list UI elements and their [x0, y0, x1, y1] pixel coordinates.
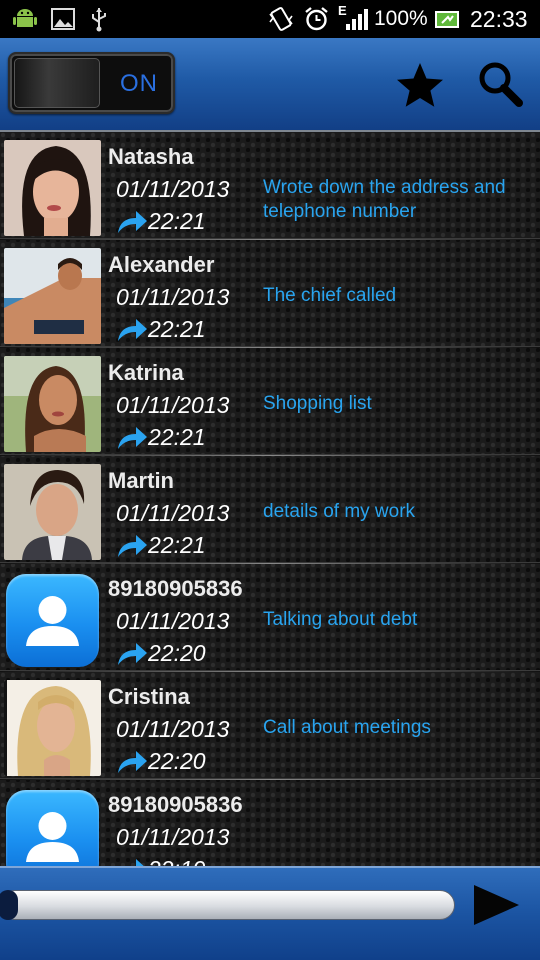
recording-toggle[interactable]: ON — [8, 52, 175, 114]
seek-thumb[interactable] — [0, 890, 18, 920]
outgoing-call-arrow-icon — [136, 859, 144, 866]
contact-name: Natasha — [108, 144, 194, 169]
record-time: 22:20 — [148, 748, 206, 774]
record-note: The chief called — [263, 285, 397, 306]
list-item[interactable]: Cristina 01/11/2013 22:20 Call about mee… — [0, 672, 540, 780]
list-item[interactable]: Alexander 01/11/2013 22:21 The chief cal… — [0, 240, 540, 348]
list-item[interactable]: Martin 01/11/2013 22:21 details of my wo… — [0, 456, 540, 564]
avatar — [4, 356, 101, 452]
usb-icon — [92, 8, 106, 32]
seek-bar[interactable] — [0, 890, 455, 920]
contact-photo — [4, 248, 101, 344]
contact-name: Katrina — [108, 360, 184, 385]
list-item[interactable]: 89180905836 01/11/2013 22:20 Talking abo… — [0, 564, 540, 672]
vibrate-icon — [269, 7, 293, 31]
battery-percent: 100% — [374, 7, 428, 30]
star-icon[interactable] — [392, 58, 448, 114]
default-contact-avatar — [6, 574, 99, 667]
record-note: details of my work — [263, 501, 416, 522]
record-time: 22:21 — [148, 424, 206, 450]
record-time: 22:21 — [148, 532, 206, 558]
record-date: 01/11/2013 — [116, 392, 230, 418]
contact-photo — [4, 680, 101, 776]
contact-photo — [4, 356, 101, 452]
default-contact-avatar — [6, 790, 99, 866]
list-item[interactable]: Katrina 01/11/2013 22:21 Shopping list — [0, 348, 540, 456]
contact-name: Alexander — [108, 252, 215, 277]
record-time: 22:19 — [148, 856, 206, 866]
contact-name: Martin — [108, 468, 174, 493]
record-time: 22:21 — [148, 316, 206, 342]
avatar — [4, 680, 101, 776]
contact-photo — [4, 464, 101, 560]
toggle-label: ON — [120, 70, 158, 97]
toggle-knob[interactable] — [14, 58, 100, 108]
clock: 22:33 — [470, 6, 528, 32]
playback-bar — [0, 866, 540, 960]
record-note: Talking about debt — [263, 609, 418, 630]
contact-name: 89180905836 — [108, 576, 243, 601]
record-date: 01/11/2013 — [116, 824, 230, 850]
app-header: ON — [0, 38, 540, 130]
record-time: 22:21 — [148, 208, 206, 234]
battery-icon — [435, 11, 459, 28]
person-silhouette-icon — [26, 812, 79, 862]
outgoing-call-arrow-icon — [118, 427, 147, 449]
outgoing-call-arrow-icon — [118, 643, 147, 665]
status-bar: E 100% 22:33 — [0, 0, 540, 38]
record-note: Wrote down the address and telephone num… — [263, 177, 506, 222]
contact-name: Cristina — [108, 684, 190, 709]
avatar — [4, 464, 101, 560]
signal-icon — [346, 9, 368, 30]
search-icon[interactable] — [474, 58, 530, 114]
record-date: 01/11/2013 — [116, 716, 230, 742]
outgoing-call-arrow-icon — [118, 535, 147, 557]
record-note: Call about meetings — [263, 717, 431, 738]
outgoing-call-arrow-icon — [118, 751, 147, 773]
outgoing-call-arrow-icon — [118, 211, 147, 233]
record-note: Shopping list — [263, 393, 372, 414]
avatar — [4, 140, 101, 236]
avatar — [4, 248, 101, 344]
recordings-list[interactable]: Natasha 01/11/2013 22:21 Wrote down the … — [0, 130, 540, 866]
record-time: 22:20 — [148, 640, 206, 666]
alarm-icon — [305, 7, 328, 31]
person-silhouette-icon — [26, 596, 79, 646]
list-item[interactable]: 89180905836 01/11/2013 22:19 — [0, 780, 540, 866]
play-icon[interactable] — [470, 882, 522, 928]
record-date: 01/11/2013 — [116, 608, 230, 634]
list-item[interactable]: Natasha 01/11/2013 22:21 Wrote down the … — [0, 132, 540, 240]
outgoing-call-arrow-icon — [118, 319, 147, 341]
record-date: 01/11/2013 — [116, 176, 230, 202]
image-icon — [51, 8, 75, 30]
android-debug-icon — [13, 9, 37, 27]
record-date: 01/11/2013 — [116, 284, 230, 310]
contact-name: 89180905836 — [108, 792, 243, 817]
contact-photo — [4, 140, 101, 236]
record-date: 01/11/2013 — [116, 500, 230, 526]
